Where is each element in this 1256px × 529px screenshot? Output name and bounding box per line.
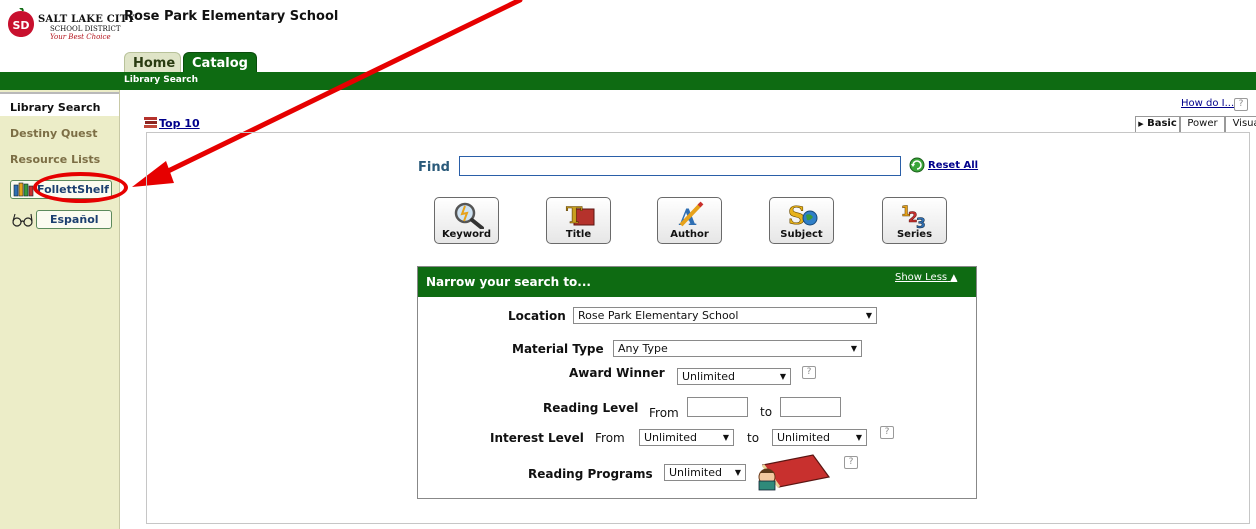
title-search-button[interactable]: T Title bbox=[546, 197, 611, 244]
magnifier-icon bbox=[454, 202, 484, 229]
reading-level-label: Reading Level bbox=[543, 401, 639, 415]
reading-programs-select[interactable]: Unlimited ▼ bbox=[664, 464, 746, 481]
award-winner-value: Unlimited bbox=[682, 370, 735, 383]
interest-level-to-select[interactable]: Unlimited ▼ bbox=[772, 429, 867, 446]
reset-all-link[interactable]: Reset All bbox=[928, 160, 978, 171]
reset-icon[interactable] bbox=[908, 157, 926, 173]
collapse-arrow-icon: ▲ bbox=[950, 273, 958, 283]
subject-label: Subject bbox=[780, 229, 823, 240]
find-label: Find bbox=[418, 160, 450, 175]
interest-help-icon[interactable]: ? bbox=[880, 426, 894, 439]
svg-text:3: 3 bbox=[916, 216, 926, 229]
reading-level-from-input[interactable] bbox=[687, 397, 748, 417]
material-type-value: Any Type bbox=[618, 342, 668, 355]
author-label: Author bbox=[670, 229, 709, 240]
reading-level-to-label: to bbox=[760, 405, 773, 419]
selected-arrow-icon: ▶ bbox=[1138, 120, 1144, 128]
tab-visual[interactable]: Visual bbox=[1225, 116, 1256, 132]
series-search-button[interactable]: 1 2 3 Series bbox=[882, 197, 947, 244]
show-less-label: Show Less bbox=[895, 272, 948, 283]
tab-power[interactable]: Power bbox=[1180, 116, 1225, 132]
reading-programs-value: Unlimited bbox=[669, 466, 722, 479]
location-label: Location bbox=[508, 309, 566, 323]
author-search-button[interactable]: A Author bbox=[657, 197, 722, 244]
location-select[interactable]: Rose Park Elementary School ▼ bbox=[573, 307, 877, 324]
dropdown-arrow-icon: ▼ bbox=[722, 433, 729, 442]
svg-text:T: T bbox=[566, 203, 583, 229]
subject-icon: S bbox=[788, 201, 818, 229]
tab-basic[interactable]: ▶ Basic bbox=[1135, 116, 1180, 132]
svg-text:S: S bbox=[788, 201, 805, 229]
help-icon[interactable]: ? bbox=[1234, 98, 1248, 111]
keyword-label: Keyword bbox=[441, 229, 492, 240]
subject-search-button[interactable]: S Subject bbox=[769, 197, 834, 244]
location-value: Rose Park Elementary School bbox=[578, 309, 739, 322]
dropdown-arrow-icon: ▼ bbox=[779, 372, 786, 381]
material-type-select[interactable]: Any Type ▼ bbox=[613, 340, 862, 357]
tab-basic-label: Basic bbox=[1147, 118, 1177, 129]
dropdown-arrow-icon: ▼ bbox=[734, 468, 741, 477]
top10-books-icon bbox=[144, 117, 157, 128]
title-icon: T bbox=[566, 203, 595, 229]
interest-level-to-value: Unlimited bbox=[777, 431, 830, 444]
find-input[interactable] bbox=[459, 156, 901, 176]
award-help-icon[interactable]: ? bbox=[802, 366, 816, 379]
interest-level-to-label: to bbox=[747, 431, 760, 445]
series-label: Series bbox=[896, 229, 933, 240]
dropdown-arrow-icon: ▼ bbox=[855, 433, 862, 442]
interest-level-label: Interest Level bbox=[490, 431, 584, 445]
how-do-i-link[interactable]: How do I... bbox=[1181, 98, 1234, 109]
reading-level-from-label: From bbox=[649, 406, 679, 420]
interest-level-from-value: Unlimited bbox=[644, 431, 697, 444]
reading-book-icon bbox=[758, 454, 831, 491]
award-winner-label: Award Winner bbox=[569, 366, 665, 380]
award-winner-select[interactable]: Unlimited ▼ bbox=[677, 368, 791, 385]
reading-level-to-input[interactable] bbox=[780, 397, 841, 417]
title-label: Title bbox=[565, 229, 592, 240]
narrow-search-title: Narrow your search to... bbox=[426, 275, 591, 289]
top10-link[interactable]: Top 10 bbox=[159, 117, 200, 130]
numbers-icon: 1 2 3 bbox=[901, 204, 926, 229]
interest-level-from-label: From bbox=[595, 431, 625, 445]
reading-programs-label: Reading Programs bbox=[528, 467, 653, 481]
show-less-link[interactable]: Show Less ▲ bbox=[895, 272, 957, 283]
interest-level-from-select[interactable]: Unlimited ▼ bbox=[639, 429, 734, 446]
dropdown-arrow-icon: ▼ bbox=[850, 344, 857, 353]
programs-help-icon[interactable]: ? bbox=[844, 456, 858, 469]
material-type-label: Material Type bbox=[512, 342, 604, 356]
keyword-search-button[interactable]: Keyword bbox=[434, 197, 499, 244]
pencil-icon: A bbox=[678, 201, 704, 229]
dropdown-arrow-icon: ▼ bbox=[865, 311, 872, 320]
